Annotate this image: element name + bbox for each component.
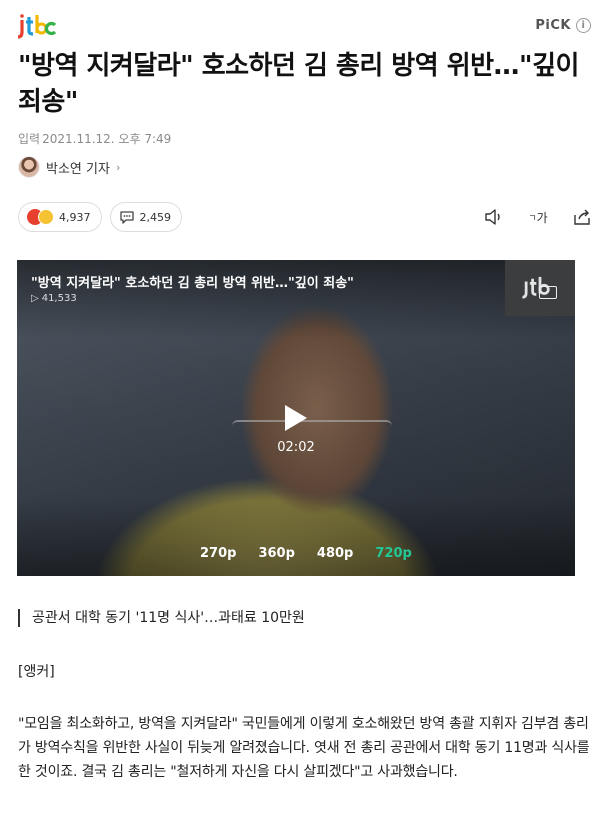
- date-label: 입력: [18, 132, 41, 146]
- article-headline: "방역 지켜달라" 호소하던 김 총리 방역 위반…"깊이 죄송": [18, 51, 579, 117]
- article-tools: ㄱ가: [483, 206, 593, 228]
- publish-date: 입력 2021.11.12. 오후 7:49: [18, 130, 173, 147]
- reporter-avatar: [18, 156, 40, 178]
- reporter-link[interactable]: 박소연 기자 ›: [18, 156, 120, 178]
- quality-option[interactable]: 270p: [200, 546, 236, 561]
- video-duration: 02:02: [277, 440, 315, 455]
- tts-button[interactable]: [483, 206, 505, 228]
- subtitle-icon[interactable]: [539, 286, 557, 299]
- share-icon: [574, 209, 590, 225]
- top-bar: PiCK i: [0, 0, 609, 50]
- font-size-small-icon: ㄱ: [528, 213, 537, 224]
- quality-option-active[interactable]: 720p: [375, 546, 411, 561]
- font-size-label: 가: [536, 210, 548, 225]
- reporter-name: 박소연 기자: [46, 161, 110, 177]
- emotion-icons: [27, 209, 54, 225]
- sad-face-icon: [38, 209, 54, 225]
- quality-option[interactable]: 480p: [317, 546, 353, 561]
- article-body-paragraph: "모임을 최소화하고, 방역을 지켜달라" 국민들에게 이렇게 호소해왔던 방역…: [18, 716, 590, 780]
- speaker-icon: [485, 209, 500, 225]
- chevron-right-icon: ›: [115, 160, 121, 174]
- jtbc-logo[interactable]: [18, 14, 56, 40]
- play-count-icon: ▷: [31, 293, 39, 304]
- comment-button[interactable]: 2,459: [109, 202, 182, 232]
- video-player[interactable]: "방역 지켜달라" 호소하던 김 총리 방역 위반…"깊이 죄송" ▷ 41,5…: [17, 260, 575, 576]
- anchor-label: [앵커]: [18, 664, 55, 680]
- view-count: 41,533: [41, 293, 77, 304]
- video-title: "방역 지켜달라" 호소하던 김 총리 방역 위반…"깊이 죄송": [31, 276, 354, 291]
- comment-icon: [119, 210, 134, 224]
- date-value: 2021.11.12. 오후 7:49: [42, 132, 172, 146]
- emotion-reaction-button[interactable]: 4,937: [18, 202, 102, 232]
- comment-count: 2,459: [139, 210, 172, 224]
- pick-label: PiCK: [535, 18, 571, 33]
- play-icon[interactable]: [285, 405, 307, 431]
- font-size-button[interactable]: ㄱ가: [527, 206, 549, 228]
- quality-selector: 270p 360p 480p 720p: [200, 546, 412, 561]
- article-summary: 공관서 대학 동기 '11명 식사'…과태료 10만원: [18, 609, 305, 627]
- emotion-count: 4,937: [59, 210, 91, 224]
- reaction-bar: 4,937 2,459: [18, 202, 182, 232]
- info-icon[interactable]: i: [576, 18, 591, 33]
- video-views: ▷ 41,533: [31, 293, 77, 304]
- share-button[interactable]: [571, 206, 593, 228]
- jtbc-logo-mark: [18, 14, 56, 39]
- pick-badge[interactable]: PiCK i: [535, 18, 591, 33]
- quality-option[interactable]: 360p: [258, 546, 294, 561]
- video-channel-logo: [505, 260, 575, 316]
